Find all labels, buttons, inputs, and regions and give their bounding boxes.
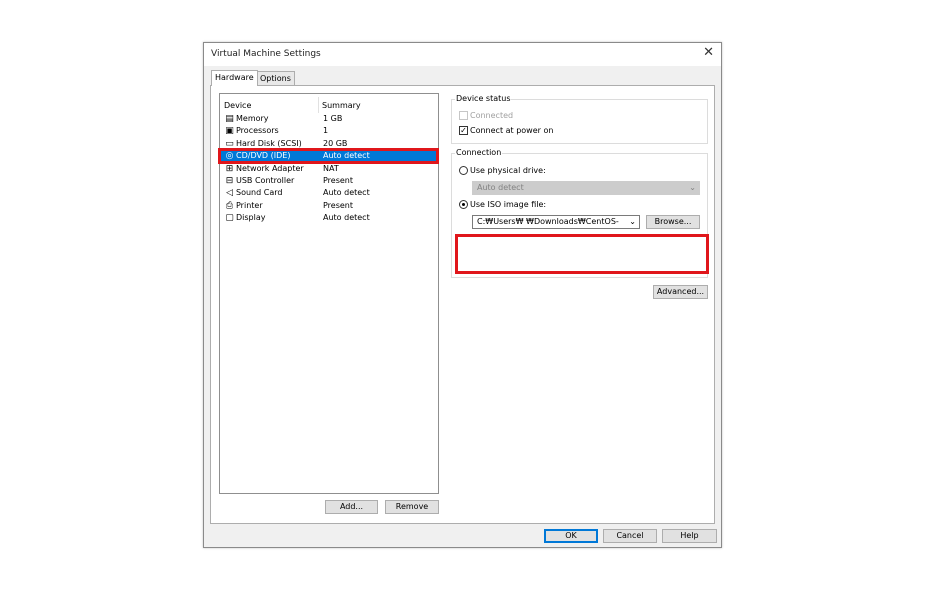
device-row[interactable]: ▢ Display Auto detect (221, 212, 437, 224)
browse-button[interactable]: Browse... (646, 215, 700, 229)
device-name: Printer (236, 200, 263, 210)
device-row[interactable]: ▣ Processors 1 (221, 125, 437, 137)
device-summary: NAT (323, 163, 339, 173)
processor-icon: ▣ (225, 126, 234, 137)
chevron-down-icon[interactable]: ⌄ (629, 216, 636, 228)
device-name: CD/DVD (IDE) (236, 151, 291, 161)
use-physical-drive-label: Use physical drive: (470, 166, 546, 175)
memory-icon: ▤ (225, 114, 234, 124)
device-name: Display (236, 213, 266, 223)
device-summary: Auto detect (323, 188, 370, 198)
device-summary: Auto detect (323, 151, 370, 161)
connect-at-power-on-checkbox[interactable]: ✓ (459, 126, 468, 135)
iso-path-value: C:₩Users₩ ₩Downloads₩CentOS- (477, 217, 619, 226)
device-row[interactable]: ⊟ USB Controller Present (221, 175, 437, 187)
device-name: Hard Disk (SCSI) (236, 138, 302, 148)
tab-options[interactable]: Options (256, 71, 295, 85)
connected-checkbox[interactable] (459, 111, 468, 120)
iso-path-input[interactable]: C:₩Users₩ ₩Downloads₩CentOS- ⌄ (472, 215, 640, 229)
usb-icon: ⊟ (225, 176, 234, 186)
use-physical-drive-radio[interactable] (459, 166, 468, 175)
tab-hardware[interactable]: Hardware (211, 70, 258, 86)
hard-disk-icon: ▭ (225, 138, 234, 149)
ok-button[interactable]: OK (544, 529, 598, 543)
device-row[interactable]: ▭ Hard Disk (SCSI) 20 GB (221, 138, 437, 150)
connection-title: Connection (455, 148, 503, 157)
physical-drive-select: Auto detect ⌄ (472, 181, 700, 195)
device-row[interactable]: ⎙ Printer Present (221, 200, 437, 212)
help-button[interactable]: Help (662, 529, 717, 543)
device-column-header[interactable]: Device (224, 101, 251, 110)
device-summary: 1 GB (323, 114, 343, 123)
printer-icon: ⎙ (225, 200, 234, 211)
device-status-group: Device status Connected ✓ Connect at pow… (451, 94, 708, 144)
device-summary: 1 (323, 126, 329, 136)
column-divider (318, 97, 319, 113)
device-summary: Auto detect (323, 213, 370, 223)
device-status-title: Device status (455, 94, 512, 103)
device-name: USB Controller (236, 176, 295, 185)
device-row[interactable]: ▤ Memory 1 GB (221, 113, 437, 125)
device-name: Sound Card (236, 188, 283, 198)
window-title: Virtual Machine Settings (211, 49, 321, 59)
close-icon[interactable]: ✕ (703, 45, 714, 61)
physical-drive-value: Auto detect (477, 183, 524, 192)
hardware-panel: Device Summary ▤ Memory 1 GB ▣ Processors 1 ▭ H… (210, 85, 715, 524)
use-iso-image-radio[interactable] (459, 200, 468, 209)
chevron-down-icon: ⌄ (689, 183, 696, 192)
cd-dvd-icon: ◎ (225, 151, 234, 162)
connect-at-power-on-label: Connect at power on (470, 126, 554, 135)
network-icon: ⊞ (225, 163, 234, 174)
device-row[interactable]: ⊞ Network Adapter NAT (221, 163, 437, 175)
device-list[interactable]: Device Summary ▤ Memory 1 GB ▣ Processors 1 ▭ H… (219, 93, 439, 494)
advanced-button[interactable]: Advanced... (653, 285, 708, 299)
cancel-button[interactable]: Cancel (603, 529, 657, 543)
device-name: Memory (236, 114, 269, 123)
device-row[interactable]: ◁ Sound Card Auto detect (221, 187, 437, 199)
device-row[interactable]: ◎ CD/DVD (IDE) Auto detect (221, 150, 437, 163)
sound-icon: ◁ (226, 188, 233, 199)
connection-group: Connection Use physical drive: Auto dete… (451, 148, 708, 278)
use-iso-image-label: Use ISO image file: (470, 200, 547, 209)
device-name: Processors (236, 126, 279, 136)
device-name: Network Adapter (236, 163, 304, 173)
device-summary: 20 GB (323, 138, 348, 148)
device-summary: Present (323, 200, 354, 210)
vm-settings-dialog: Virtual Machine Settings ✕ Hardware Opti… (203, 42, 722, 548)
connected-label: Connected (470, 111, 514, 120)
display-icon: ▢ (225, 213, 234, 224)
summary-column-header[interactable]: Summary (322, 101, 361, 110)
add-device-button[interactable]: Add... (325, 500, 378, 514)
title-bar: Virtual Machine Settings ✕ (204, 43, 721, 66)
remove-device-button[interactable]: Remove (385, 500, 439, 514)
device-summary: Present (323, 176, 354, 185)
